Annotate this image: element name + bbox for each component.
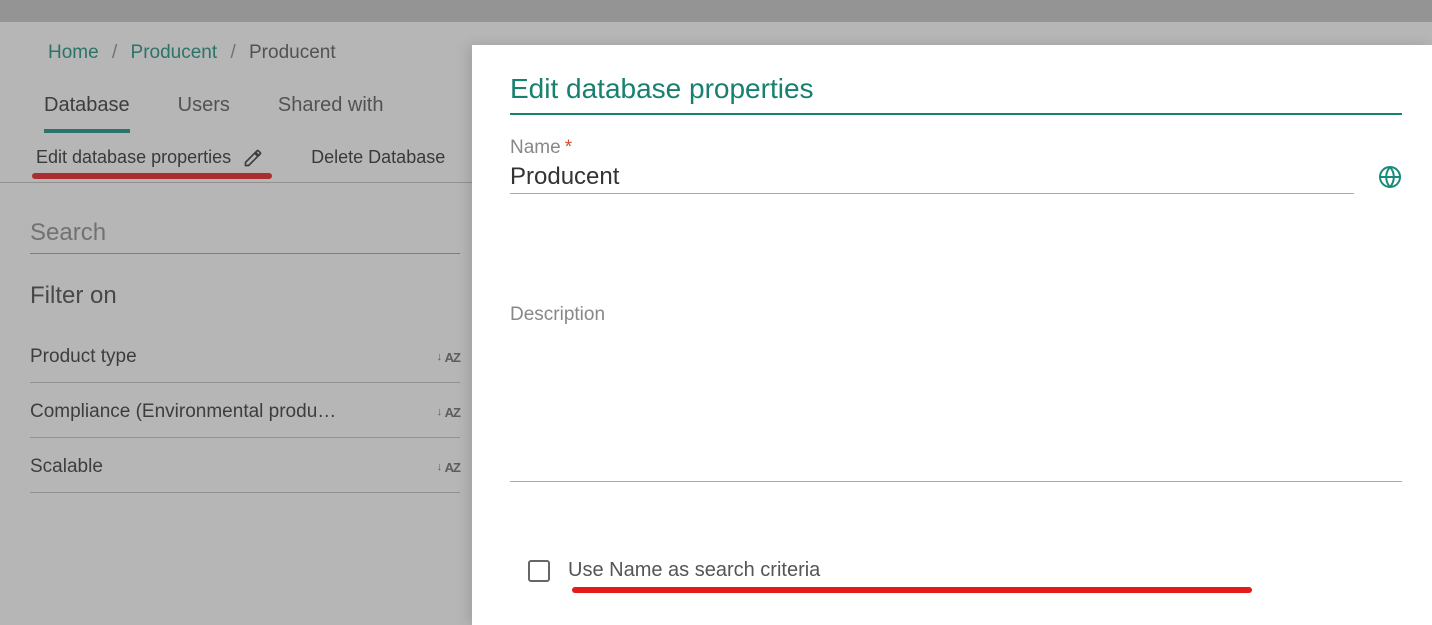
edit-database-modal: Edit database properties Name* Descripti… — [472, 45, 1432, 625]
annotation-underline — [572, 587, 1252, 593]
name-input[interactable] — [510, 159, 1354, 194]
description-textarea[interactable] — [510, 332, 1402, 482]
use-name-checkbox-row[interactable]: Use Name as search criteria — [528, 559, 1402, 582]
checkbox-label: Use Name as search criteria — [568, 559, 820, 582]
required-asterisk: * — [565, 137, 572, 158]
description-field-block: Description — [510, 304, 1402, 487]
description-label: Description — [510, 304, 1402, 326]
globe-icon[interactable] — [1378, 165, 1402, 189]
name-label: Name* — [510, 137, 1402, 159]
name-field-block: Name* — [510, 137, 1402, 194]
checkbox-icon[interactable] — [528, 560, 550, 582]
modal-title: Edit database properties — [510, 73, 1402, 115]
name-label-text: Name — [510, 137, 561, 158]
